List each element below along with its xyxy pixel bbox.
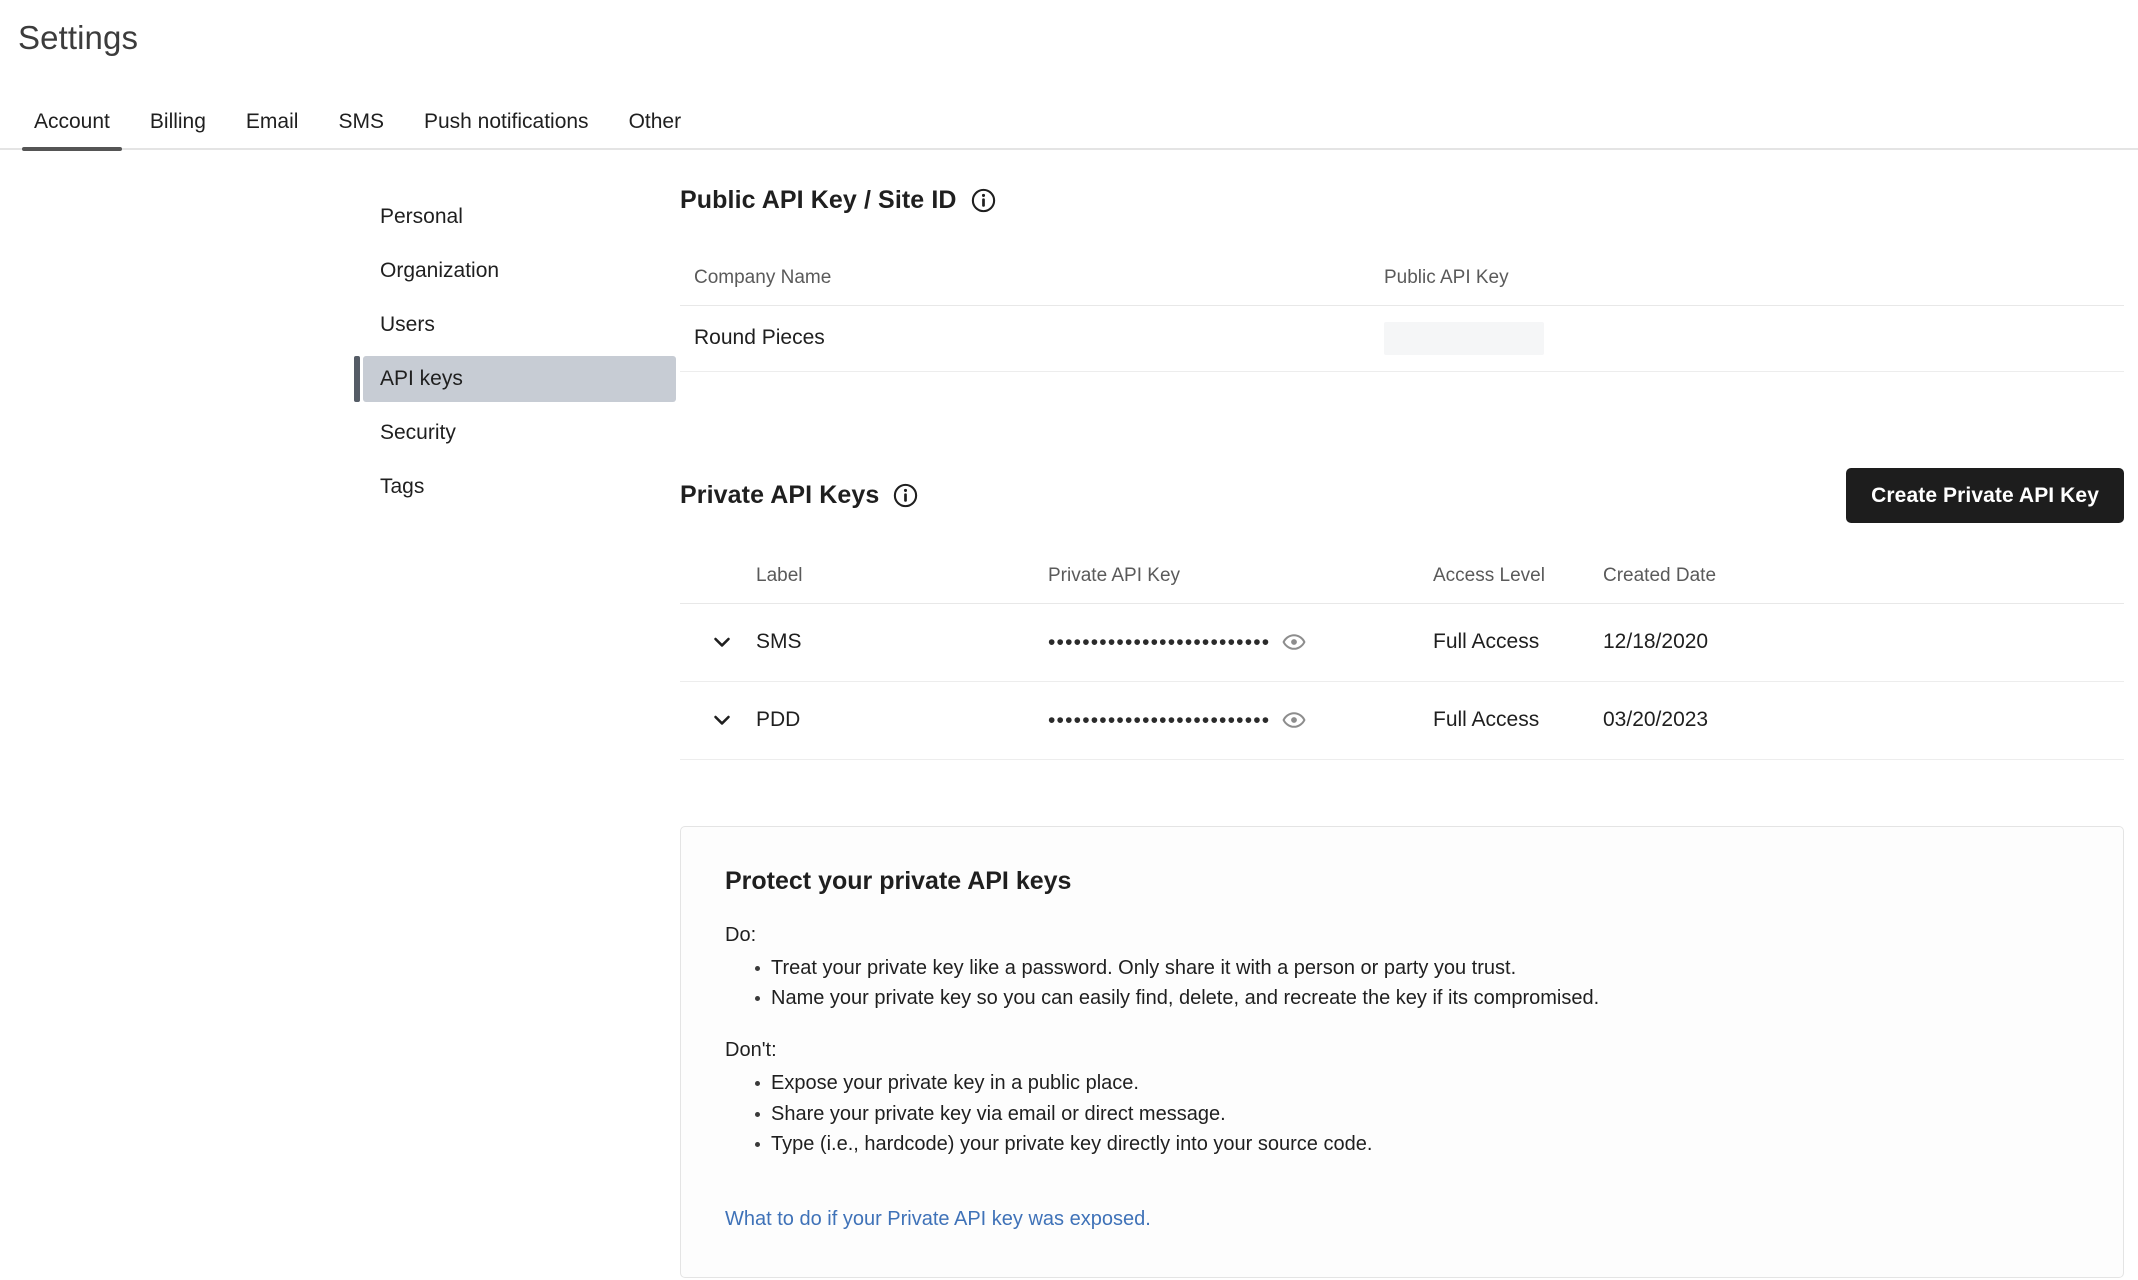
info-icon[interactable] bbox=[893, 483, 918, 508]
sidebar-item-api-keys[interactable]: API keys bbox=[354, 355, 676, 402]
list-item: Share your private key via email or dire… bbox=[725, 1099, 2079, 1129]
cell-access-level: Full Access bbox=[1433, 630, 1540, 654]
cell-private-api-key: •••••••••••••••••••••••••• bbox=[1048, 630, 1433, 654]
public-api-key-redacted-value bbox=[1384, 321, 1544, 355]
create-private-api-key-button[interactable]: Create Private API Key bbox=[1846, 467, 2124, 523]
column-header-created-date: Created Date bbox=[1603, 564, 1717, 586]
table-row: PDD •••••••••••••••••••••••••• Full Acce… bbox=[680, 682, 2124, 760]
public-api-key-header: Public API Key / Site ID bbox=[680, 186, 2124, 215]
dont-list: Expose your private key in a public plac… bbox=[725, 1068, 2079, 1159]
page-title: Settings bbox=[18, 19, 139, 56]
table-header-row: Label Private API Key Access Level Creat… bbox=[680, 565, 2124, 604]
sidebar-item-organization[interactable]: Organization bbox=[363, 248, 676, 294]
sidebar-item-security[interactable]: Security bbox=[363, 410, 676, 456]
do-heading: Do: bbox=[725, 923, 757, 946]
list-item: Treat your private key like a password. … bbox=[725, 953, 2079, 983]
do-list: Treat your private key like a password. … bbox=[725, 953, 2079, 1014]
chevron-down-icon bbox=[714, 715, 730, 725]
list-item: Type (i.e., hardcode) your private key d… bbox=[725, 1129, 2079, 1159]
cell-private-api-key: •••••••••••••••••••••••••• bbox=[1048, 708, 1433, 732]
cell-access-level: Full Access bbox=[1433, 708, 1540, 732]
list-item: Name your private key so you can easily … bbox=[725, 983, 2079, 1013]
chevron-down-icon bbox=[714, 637, 730, 647]
masked-key-value: •••••••••••••••••••••••••• bbox=[1048, 708, 1271, 732]
protect-api-keys-card: Protect your private API keys Do: Treat … bbox=[680, 825, 2124, 1278]
public-api-key-title: Public API Key / Site ID bbox=[680, 185, 957, 214]
cell-company-name: Round Pieces bbox=[694, 326, 825, 350]
tab-sms[interactable]: SMS bbox=[318, 111, 404, 148]
sidebar-item-label: API keys bbox=[380, 366, 463, 390]
cell-created-date: 03/20/2023 bbox=[1603, 708, 1709, 732]
sidebar-item-label: Users bbox=[380, 312, 435, 336]
private-api-keys-table: Label Private API Key Access Level Creat… bbox=[680, 565, 2124, 760]
sidebar-item-label: Organization bbox=[380, 258, 500, 282]
table-row: Round Pieces bbox=[680, 306, 2124, 372]
api-keys-panel: Public API Key / Site ID Company Name Pu… bbox=[680, 186, 2138, 1278]
sidebar-item-personal[interactable]: Personal bbox=[363, 194, 676, 240]
cell-label: SMS bbox=[756, 630, 802, 654]
sidebar-item-label: Tags bbox=[380, 474, 425, 498]
tab-push-notifications[interactable]: Push notifications bbox=[404, 111, 609, 148]
row-expand-toggle[interactable] bbox=[680, 708, 756, 732]
info-icon[interactable] bbox=[971, 188, 996, 213]
column-header-access-level: Access Level bbox=[1433, 564, 1545, 586]
cell-label: PDD bbox=[756, 708, 801, 732]
private-api-keys-title: Private API Keys bbox=[680, 480, 880, 509]
column-header-company-name: Company Name bbox=[694, 266, 832, 288]
cell-created-date: 12/18/2020 bbox=[1603, 630, 1709, 654]
tab-email[interactable]: Email bbox=[226, 111, 319, 148]
table-header-row: Company Name Public API Key bbox=[680, 267, 2124, 306]
sidebar-item-label: Personal bbox=[380, 204, 463, 228]
dont-heading: Don't: bbox=[725, 1039, 777, 1062]
row-expand-toggle[interactable] bbox=[680, 630, 756, 654]
table-row: SMS •••••••••••••••••••••••••• Full Acce… bbox=[680, 604, 2124, 682]
private-api-keys-header: Private API Keys Create Private API Key bbox=[680, 467, 2124, 523]
public-api-key-table: Company Name Public API Key Round Pieces bbox=[680, 267, 2124, 372]
page-header: Settings bbox=[0, 0, 2138, 58]
list-item: Expose your private key in a public plac… bbox=[725, 1068, 2079, 1098]
tab-billing[interactable]: Billing bbox=[130, 111, 226, 148]
private-api-keys-title-group: Private API Keys bbox=[680, 481, 918, 510]
tab-account[interactable]: Account bbox=[14, 111, 130, 151]
exposed-key-help-link[interactable]: What to do if your Private API key was e… bbox=[725, 1208, 1151, 1231]
tab-other[interactable]: Other bbox=[609, 111, 702, 148]
settings-tab-bar: Account Billing Email SMS Push notificat… bbox=[0, 88, 2138, 151]
protect-card-title: Protect your private API keys bbox=[725, 866, 1072, 895]
column-header-public-api-key: Public API Key bbox=[1384, 266, 1509, 288]
column-header-private-api-key: Private API Key bbox=[1048, 564, 1181, 586]
settings-body: Personal Organization Users API keys Sec… bbox=[0, 150, 2138, 1278]
eye-icon[interactable] bbox=[1282, 630, 1306, 654]
sidebar-item-tags[interactable]: Tags bbox=[363, 464, 676, 510]
sidebar-item-users[interactable]: Users bbox=[363, 302, 676, 348]
eye-icon[interactable] bbox=[1282, 708, 1306, 732]
settings-sidebar: Personal Organization Users API keys Sec… bbox=[0, 186, 680, 1278]
sidebar-item-label: Security bbox=[380, 420, 456, 444]
column-header-label: Label bbox=[756, 564, 803, 586]
masked-key-value: •••••••••••••••••••••••••• bbox=[1048, 630, 1271, 654]
